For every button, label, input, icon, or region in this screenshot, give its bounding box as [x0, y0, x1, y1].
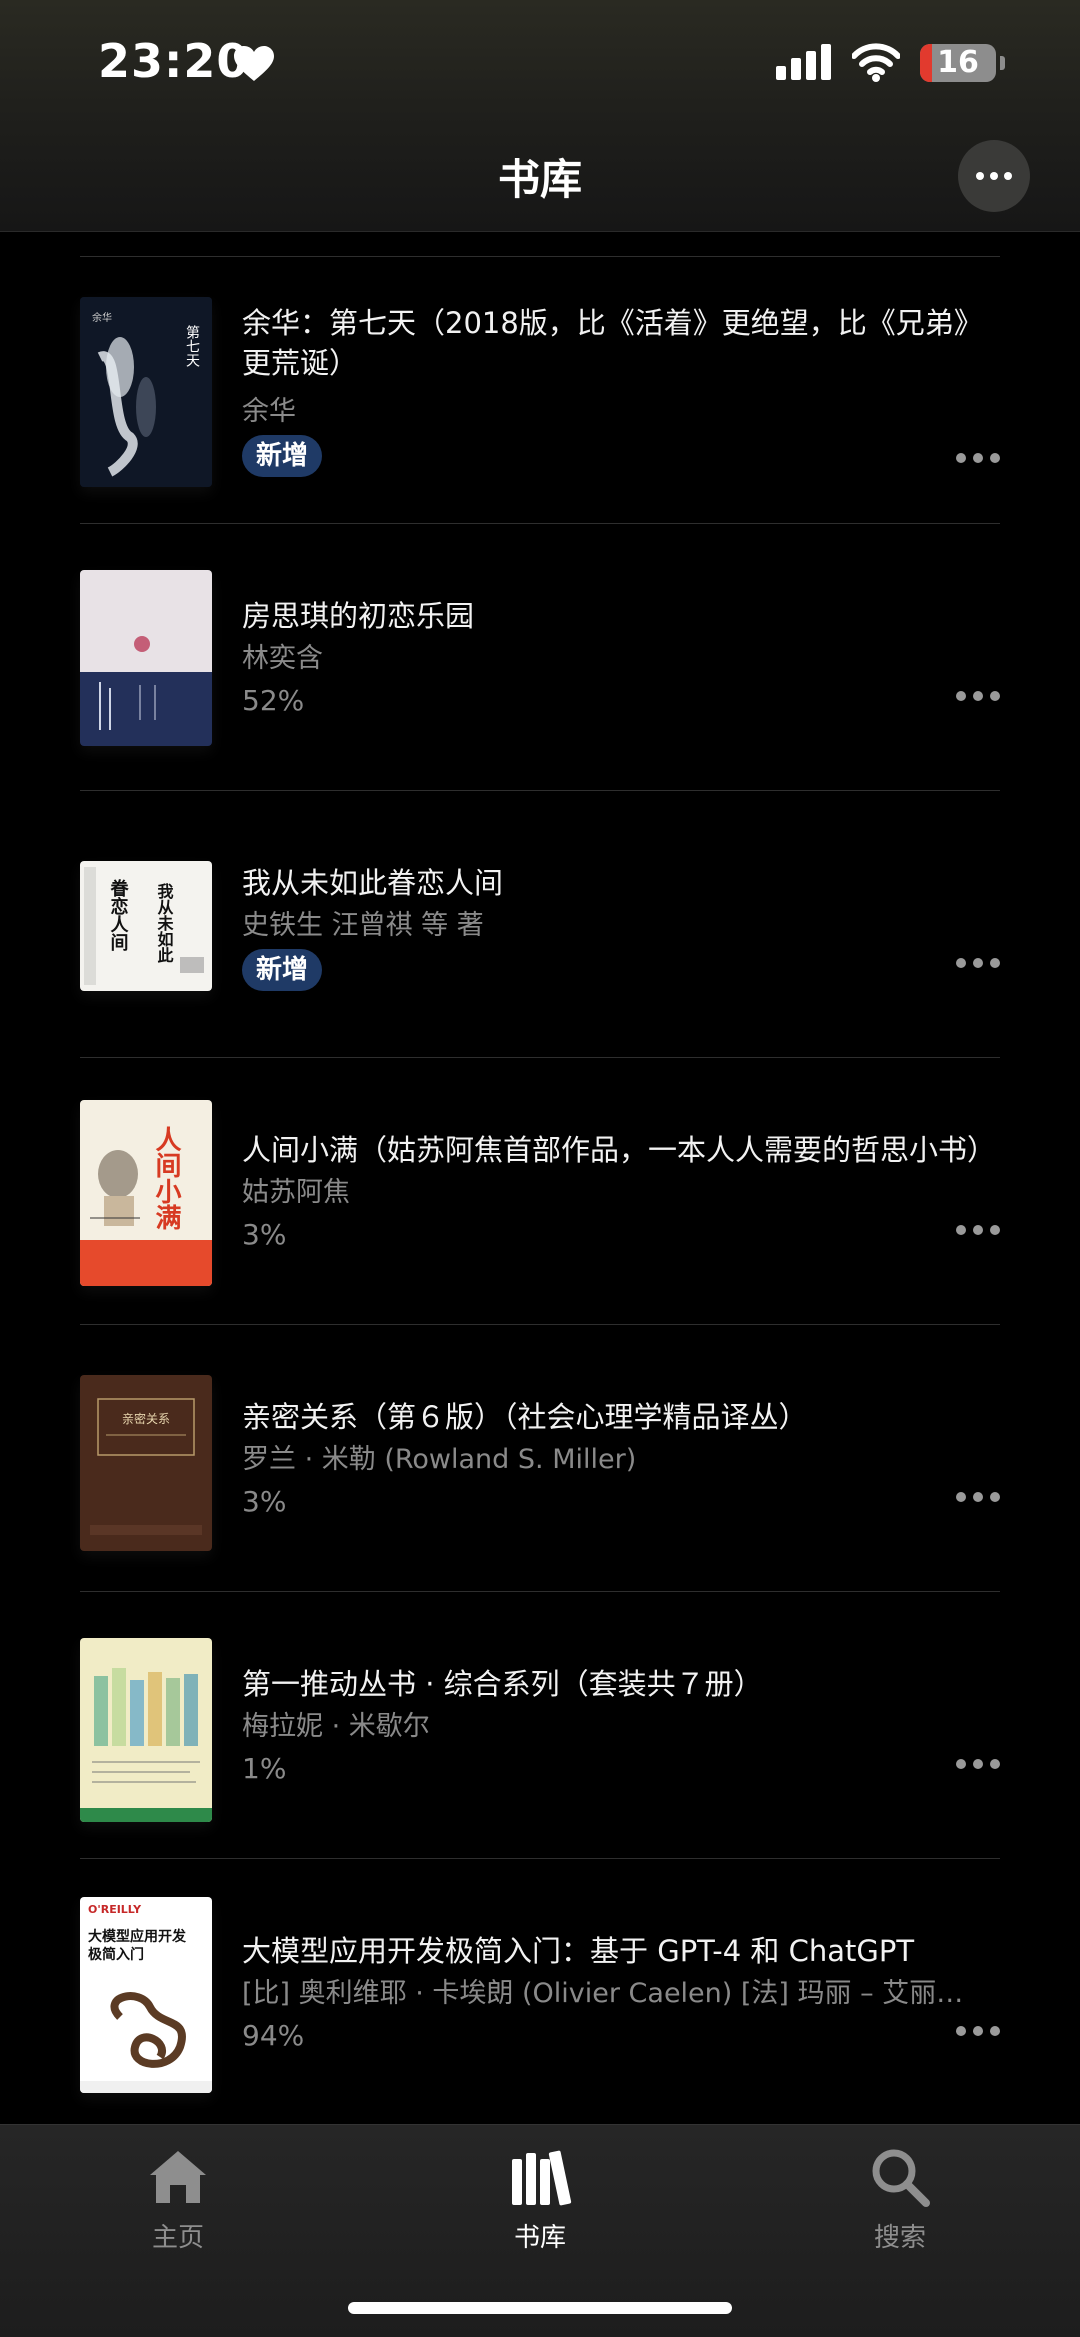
library-icon: [512, 2150, 572, 2206]
book-title: 亲密关系（第６版）（社会心理学精品译丛）: [242, 1400, 808, 1434]
tab-library[interactable]: 书库: [440, 2145, 640, 2254]
status-time: 23:20: [98, 34, 250, 88]
book-list[interactable]: 第七天 余华 余华：第七天（2018版，比《活着》更绝望，比《兄弟》更荒诞） 余…: [0, 232, 1080, 2124]
book-item[interactable]: 人间小满 人间小满（姑苏阿焦首部作品，一本人人需要的哲思小书） 姑苏阿焦 3%: [0, 1058, 1080, 1325]
book-author: 史铁生 汪曾祺 等 著: [242, 910, 484, 941]
tab-label: 书库: [513, 2223, 566, 2253]
home-indicator[interactable]: [348, 2302, 732, 2314]
book-cover[interactable]: 人间小满: [80, 1100, 212, 1286]
book-author: 余华: [242, 396, 296, 427]
book-item[interactable]: O'REILLY 大模型应用开发 极简入门 大模型应用开发极简入门：基于 GPT…: [0, 1859, 1080, 2124]
svg-text:极简入门: 极简入门: [88, 1946, 144, 1963]
tab-label: 搜索: [873, 2223, 926, 2253]
ellipsis-icon: [976, 172, 984, 180]
book-more-button[interactable]: [956, 1758, 1000, 1770]
book-cover[interactable]: 亲密关系: [80, 1375, 212, 1551]
svg-text:第七天: 第七天: [184, 324, 200, 367]
book-author: 姑苏阿焦: [242, 1177, 350, 1208]
book-title: 大模型应用开发极简入门：基于 GPT-4 和 ChatGPT: [242, 1934, 915, 1968]
reading-progress: 52%: [242, 684, 305, 717]
wifi-icon: [852, 43, 900, 82]
signal-icon: [776, 44, 831, 80]
search-icon: [872, 2149, 930, 2207]
book-title: 房思琪的初恋乐园: [242, 599, 475, 633]
tab-search[interactable]: 搜索: [800, 2145, 1000, 2254]
header: 23:20 16 书库: [0, 0, 1080, 232]
book-more-button[interactable]: [956, 452, 1000, 464]
page-title: 书库: [497, 155, 582, 204]
book-author: 梅拉妮 · 米歇尔: [242, 1711, 430, 1742]
more-options-button[interactable]: [958, 140, 1030, 212]
book-more-button[interactable]: [956, 2025, 1000, 2037]
book-cover[interactable]: [80, 570, 212, 746]
book-title: 我从未如此眷恋人间: [242, 866, 504, 900]
tab-label: 主页: [151, 2223, 204, 2253]
tab-home[interactable]: 主页: [78, 2145, 278, 2254]
reading-progress: 1%: [242, 1752, 287, 1785]
reading-progress: 3%: [242, 1485, 287, 1518]
svg-text:亲密关系: 亲密关系: [122, 1411, 170, 1426]
book-author: 罗兰 · 米勒 (Rowland S. Miller): [242, 1444, 637, 1475]
home-icon: [150, 2151, 206, 2203]
battery-indicator: 16: [920, 44, 996, 82]
new-badge: 新增: [242, 949, 323, 991]
heart-icon: [234, 46, 274, 81]
book-item[interactable]: 亲密关系 亲密关系（第６版）（社会心理学精品译丛） 罗兰 · 米勒 (Rowla…: [0, 1325, 1080, 1592]
svg-text:人间小满: 人间小满: [151, 1126, 181, 1230]
svg-text:O'REILLY: O'REILLY: [88, 1903, 142, 1916]
book-cover[interactable]: [80, 1638, 212, 1822]
svg-text:大模型应用开发: 大模型应用开发: [88, 1928, 187, 1945]
book-item[interactable]: 第一推动丛书 · 综合系列（套装共７册） 梅拉妮 · 米歇尔 1%: [0, 1592, 1080, 1859]
svg-text:余华: 余华: [92, 311, 112, 324]
book-more-button[interactable]: [956, 957, 1000, 969]
book-cover[interactable]: 我从未如此 眷恋人间: [80, 861, 212, 991]
book-cover[interactable]: 第七天 余华: [80, 297, 212, 487]
book-item[interactable]: 我从未如此 眷恋人间 我从未如此眷恋人间 史铁生 汪曾祺 等 著 新增: [0, 791, 1080, 1058]
svg-text:眷恋人间: 眷恋人间: [108, 878, 130, 951]
svg-text:我从未如此: 我从未如此: [155, 882, 175, 963]
battery-tip: [1000, 56, 1005, 70]
book-more-button[interactable]: [956, 690, 1000, 702]
library-screen: 23:20 16 书库 第七天 余华 余华：第七天（2018版，比《活着》更绝望…: [0, 0, 1080, 2337]
book-more-button[interactable]: [956, 1224, 1000, 1236]
book-author: [比] 奥利维耶 · 卡埃朗 (Olivier Caelen) [法] 玛丽 –…: [242, 1978, 982, 2009]
book-title: 人间小满（姑苏阿焦首部作品，一本人人需要的哲思小书）: [242, 1133, 997, 1167]
book-title: 余华：第七天（2018版，比《活着》更绝望，比《兄弟》更荒诞）: [242, 306, 983, 380]
book-item[interactable]: 第七天 余华 余华：第七天（2018版，比《活着》更绝望，比《兄弟》更荒诞） 余…: [0, 257, 1080, 524]
book-item[interactable]: 房思琪的初恋乐园 林奕含 52%: [0, 524, 1080, 791]
book-author: 林奕含: [242, 643, 323, 674]
reading-progress: 3%: [242, 1218, 287, 1251]
reading-progress: 94%: [242, 2019, 305, 2052]
new-badge: 新增: [242, 435, 323, 477]
book-title: 第一推动丛书 · 综合系列（套装共７册）: [242, 1667, 763, 1701]
battery-percent: 16: [937, 45, 979, 80]
book-cover[interactable]: O'REILLY 大模型应用开发 极简入门: [80, 1897, 212, 2093]
book-more-button[interactable]: [956, 1491, 1000, 1503]
